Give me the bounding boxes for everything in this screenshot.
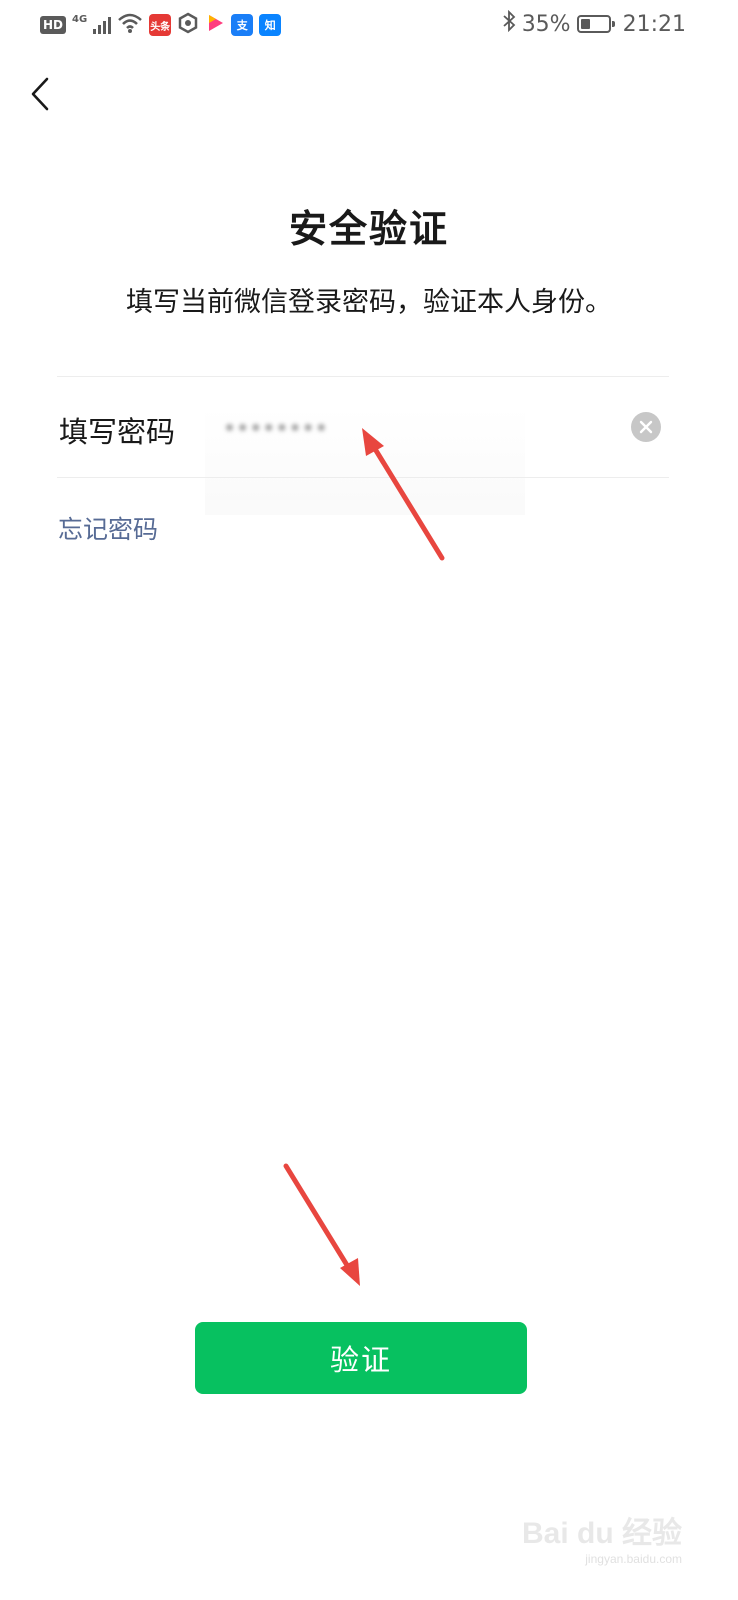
annotation-arrow-button [283,1163,360,1286]
clock: 21:21 [622,11,686,37]
password-row: 填写密码 [57,377,669,515]
hexagon-app-icon [177,12,199,38]
verify-button[interactable]: 验证 [195,1322,527,1394]
status-bar-right: 35% 21:21 [502,9,686,38]
video-play-icon [205,12,225,38]
forgot-password-link[interactable]: 忘记密码 [58,510,158,546]
status-bar-left: HD 4G 头条 支 知 [40,12,282,38]
watermark-url: jingyan.baidu.com [585,1552,682,1566]
battery-level [580,19,590,29]
clear-icon [639,420,653,434]
alipay-icon: 支 [231,14,254,36]
password-label: 填写密码 [59,415,176,449]
toutiao-icon: 头条 [149,14,172,36]
back-button[interactable] [20,72,60,116]
network-type: 4G [72,13,88,25]
page-subtitle: 填写当前微信登录密码，验证本人身份。 [126,287,612,318]
password-input[interactable] [207,407,627,447]
battery-icon [576,15,615,33]
divider-bottom [57,477,669,478]
hd-badge: HD [40,16,67,34]
zhihu-icon: 知 [259,14,282,36]
wifi-icon [117,12,143,38]
page-title: 安全验证 [288,207,449,251]
clear-button[interactable] [631,412,661,442]
watermark: Bai du 经验 jingyan.baidu.com [522,1508,682,1566]
status-bar: HD 4G 头条 支 知 35% 21:21 [0,0,738,50]
signal-icon [93,16,112,34]
bluetooth-icon [502,9,516,38]
battery-percent: 35% [521,11,571,37]
watermark-logo: Bai du 经验 [521,1517,682,1550]
chevron-left-icon [31,77,49,111]
